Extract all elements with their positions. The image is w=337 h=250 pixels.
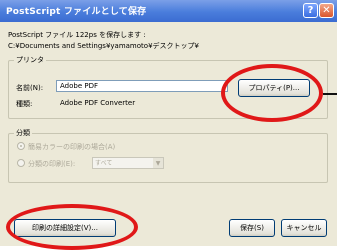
range-option1-radio[interactable] [17,142,25,150]
printer-name-label: 名前(N): [16,84,44,92]
chevron-down-icon: ▼ [153,158,163,168]
printer-type-value: Adobe PDF Converter [60,99,136,107]
range-option1-label: 簡易カラーの印刷の場合(A) [28,143,116,151]
save-as-postscript-dialog: PostScript ファイルとして保存 ? ✕ PostScript ファイル… [0,0,337,250]
help-button[interactable]: ? [303,3,318,18]
save-button[interactable]: 保存(S) [229,219,275,237]
range-select-value: すべて [95,160,113,167]
arrow-line [323,93,337,95]
window-title: PostScript ファイルとして保存 [6,7,147,17]
close-button[interactable]: ✕ [319,3,334,18]
printer-name-field[interactable]: Adobe PDF [56,80,228,92]
range-option2-radio[interactable] [17,159,25,167]
red-highlight-ellipse [221,64,323,122]
save-message: PostScript ファイル 122ps を保存します : [8,31,146,39]
red-highlight-ellipse [6,204,138,250]
cancel-button[interactable]: キャンセル [281,219,327,237]
title-bar: PostScript ファイルとして保存 ? ✕ [0,0,337,22]
range-option2-label: 分類の印刷(E): [28,160,76,168]
range-select[interactable]: すべて ▼ [92,157,164,169]
range-group-label: 分類 [14,128,32,138]
save-path: C:¥Documents and Settings¥yamamoto¥デスクトッ… [8,42,199,50]
printer-type-label: 種類: [16,100,33,108]
range-group [8,133,328,183]
printer-group-label: プリンタ [14,55,46,65]
